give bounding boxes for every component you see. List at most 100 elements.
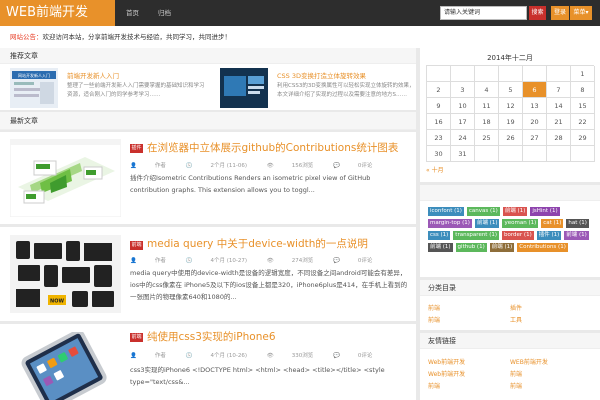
calendar-grid: 1 2 3 4 5 6 7 8 9 10 11 12 13 14 15 16 17 18 19 20 21 22 23 24 2… — [426, 65, 595, 174]
friend-link[interactable]: 前端 — [428, 381, 440, 393]
article-comments: 0评论 — [357, 258, 373, 264]
category-link[interactable]: 插件 — [510, 303, 522, 315]
calendar-day[interactable]: 19 — [499, 114, 523, 130]
author-icon: 👤 — [130, 163, 137, 169]
article-views: 330浏览 — [291, 353, 314, 359]
tag-link[interactable]: canvas (1) — [466, 207, 500, 216]
calendar-prev-link[interactable]: « 十月 — [426, 165, 594, 174]
calendar-day[interactable]: 16 — [427, 114, 451, 130]
calendar-day[interactable]: 25 — [475, 130, 499, 146]
calendar-day[interactable]: 4 — [475, 82, 499, 98]
tag-link[interactable]: 前端 (1) — [489, 243, 515, 252]
featured-desc: 利用CSS3的3D变换属性可以轻松实现立体旋转的效果，本文详细介绍了实现的过程以… — [277, 83, 415, 98]
article-views: 274浏览 — [291, 258, 314, 264]
tag-link[interactable]: 前端 (1) — [474, 219, 500, 228]
article-title[interactable]: 纯使用css3实现的iPhone6 — [147, 329, 276, 344]
friend-link[interactable]: Web前端开发 — [428, 357, 465, 369]
calendar-day[interactable]: 30 — [427, 146, 451, 162]
calendar-day[interactable]: 5 — [499, 82, 523, 98]
article-meta: 👤 作者 🕓 2个月 (11-06) 👁 156浏览 💬 0评论 — [130, 161, 390, 169]
calendar-day[interactable]: 9 — [427, 98, 451, 114]
calendar-day[interactable]: 6 — [523, 82, 547, 98]
calendar-day[interactable]: 24 — [451, 130, 475, 146]
tag-link[interactable]: 前端 (1) — [428, 243, 453, 252]
tag-link[interactable]: 前端 (1) — [564, 231, 589, 240]
friend-link[interactable]: 前端 — [510, 369, 522, 381]
friend-link[interactable]: Web前端开发 — [428, 369, 465, 381]
calendar-day[interactable]: 8 — [571, 82, 595, 98]
author-icon: 👤 — [130, 353, 137, 359]
article-title[interactable]: 在浏览器中立体展示github的Contributions统计图表 — [147, 140, 398, 155]
search-button[interactable]: 搜索 — [529, 6, 546, 20]
now-badge-label: NOW — [50, 299, 64, 305]
clock-icon: 🕓 — [185, 353, 193, 359]
article-thumbnail[interactable] — [10, 332, 121, 400]
calendar-day[interactable]: 12 — [499, 98, 523, 114]
calendar-day[interactable]: 31 — [451, 146, 475, 162]
calendar-day[interactable]: 2 — [427, 82, 451, 98]
category-badge[interactable]: 插件 — [130, 144, 143, 153]
notice-bar: 网站公告：欢迎访问本站，分享前端开发技术与经验，共同学习，共同进步！ — [0, 26, 600, 48]
calendar-day[interactable]: 27 — [523, 130, 547, 146]
calendar-day[interactable]: 22 — [571, 114, 595, 130]
calendar-day[interactable]: 26 — [499, 130, 523, 146]
calendar-day[interactable]: 20 — [523, 114, 547, 130]
article-excerpt: 插件介绍Isometric Contributions Renders an i… — [130, 174, 371, 194]
calendar-day[interactable]: 17 — [451, 114, 475, 130]
login-button[interactable]: 登录 — [551, 6, 569, 20]
tag-cloud: iconfont (1) canvas (1) 前端 (1) jsHint (1) ma… — [428, 207, 594, 252]
calendar-day[interactable]: 23 — [427, 130, 451, 146]
menu-dropdown-button[interactable]: 菜单▾ — [570, 6, 592, 20]
tag-link[interactable]: css (1) — [428, 231, 451, 240]
tag-link[interactable]: 前端 (1) — [502, 207, 528, 216]
calendar-day[interactable]: 3 — [451, 82, 475, 98]
search-input[interactable]: 请输入关键词 — [440, 6, 527, 20]
calendar-day[interactable]: 18 — [475, 114, 499, 130]
article-thumbnail[interactable]: NOW — [10, 235, 121, 313]
friend-link[interactable]: WEB前端开发 — [510, 357, 548, 369]
tag-link[interactable]: margin-top (1) — [428, 219, 472, 228]
article-thumbnail[interactable] — [10, 139, 121, 217]
tag-link[interactable]: 插件 (1) — [536, 231, 562, 240]
category-link[interactable]: 工具 — [510, 315, 522, 327]
calendar-day[interactable]: 7 — [547, 82, 571, 98]
tag-link[interactable]: border (1) — [502, 231, 534, 240]
nav-item-archive[interactable]: 归档 — [158, 0, 171, 26]
category-badge[interactable]: 前端 — [130, 333, 143, 342]
tag-link[interactable]: jsHint (1) — [530, 207, 560, 216]
featured-title[interactable]: 前端开发新人入门 — [67, 70, 119, 80]
calendar-day[interactable]: 29 — [571, 130, 595, 146]
friend-link[interactable]: 前端 — [510, 381, 522, 393]
tag-link[interactable]: transparent (1) — [453, 231, 500, 240]
featured-thumbnail[interactable] — [220, 68, 268, 108]
calendar-day[interactable]: 28 — [547, 130, 571, 146]
featured-item[interactable]: CSS 3D变换打造立体旋转效果 利用CSS3的3D变换属性可以轻松实现立体旋转… — [220, 68, 416, 114]
calendar-empty-cell — [451, 66, 475, 82]
calendar-empty-cell — [523, 66, 547, 82]
article-title[interactable]: media query 中关于device-width的一点说明 — [147, 236, 368, 251]
tag-link[interactable]: github (1) — [455, 243, 487, 252]
nav-item-home[interactable]: 首页 — [126, 0, 139, 26]
tag-link[interactable]: yeoman (1) — [502, 219, 539, 228]
category-link[interactable]: 前端 — [428, 315, 440, 327]
category-link[interactable]: 前端 — [428, 303, 440, 315]
tag-link[interactable]: iconfont (1) — [428, 207, 464, 216]
tag-link[interactable]: cat (1) — [541, 219, 564, 228]
tag-link[interactable]: Contributions (1) — [517, 243, 568, 252]
calendar-day[interactable]: 11 — [475, 98, 499, 114]
calendar-day[interactable]: 15 — [571, 98, 595, 114]
calendar-day[interactable]: 1 — [571, 66, 595, 82]
featured-title[interactable]: CSS 3D变换打造立体旋转效果 — [277, 70, 366, 80]
calendar-day[interactable]: 21 — [547, 114, 571, 130]
categories-heading: 分类目录 — [420, 280, 600, 296]
site-logo[interactable]: WEB前端开发 — [0, 0, 115, 26]
links-heading: 友情链接 — [420, 333, 600, 349]
tag-link[interactable]: hat (1) — [566, 219, 589, 228]
featured-thumbnail[interactable]: 网站开发新人入门 — [10, 68, 58, 108]
calendar-day[interactable]: 14 — [547, 98, 571, 114]
calendar-day[interactable]: 10 — [451, 98, 475, 114]
featured-item[interactable]: 网站开发新人入门 前端开发新人入门 整理了一些前端开发新人入门需要掌握的基础知识… — [10, 68, 210, 114]
calendar-day[interactable]: 13 — [523, 98, 547, 114]
category-badge[interactable]: 前端 — [130, 241, 143, 250]
list-row: 前端 工具 — [428, 315, 594, 327]
